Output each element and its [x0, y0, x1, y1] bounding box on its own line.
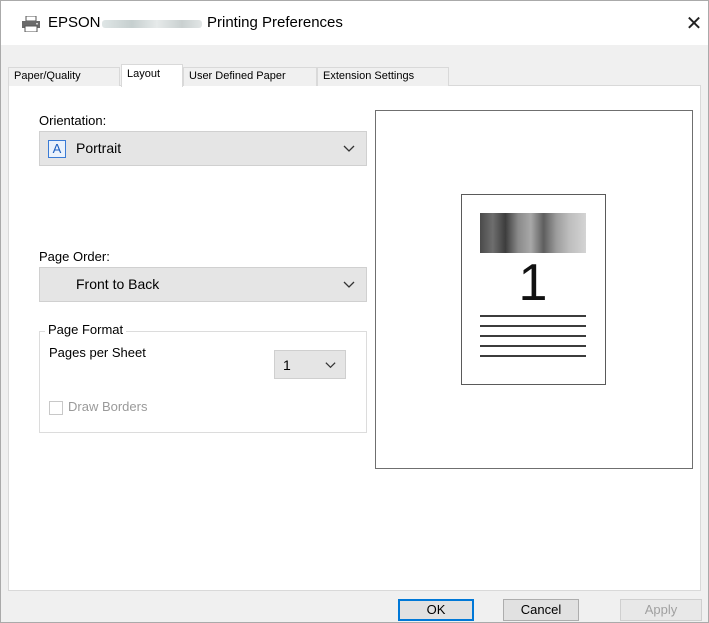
draw-borders-checkbox[interactable] [49, 401, 63, 415]
page-order-dropdown[interactable]: Front to Back [39, 267, 367, 302]
tab-extension-settings[interactable]: Extension Settings [317, 67, 449, 86]
orientation-value: Portrait [76, 140, 122, 156]
window-title: Printing Preferences [207, 14, 343, 31]
title-bar: EPSON Printing Preferences ✕ [1, 1, 708, 45]
apply-button[interactable]: Apply [620, 599, 702, 621]
tab-paper-quality[interactable]: Paper/Quality [8, 67, 120, 86]
chevron-down-icon [343, 145, 355, 152]
preview-text-line [480, 325, 586, 327]
preview-text-line [480, 355, 586, 357]
preview-image-block [480, 213, 586, 253]
page-format-legend: Page Format [45, 322, 127, 337]
ok-button[interactable]: OK [398, 599, 474, 621]
preview-page-number: 1 [518, 254, 548, 312]
preview-text-line [480, 315, 586, 317]
close-button[interactable]: ✕ [681, 11, 707, 37]
draw-borders-label: Draw Borders [68, 399, 148, 414]
orientation-label: Orientation: [39, 113, 107, 128]
cancel-button[interactable]: Cancel [503, 599, 579, 621]
printer-icon [22, 16, 40, 32]
pages-per-sheet-label: Pages per Sheet [49, 345, 146, 360]
printing-preferences-dialog: EPSON Printing Preferences ✕ Paper/Quali… [0, 0, 709, 623]
tab-user-defined-paper[interactable]: User Defined Paper [183, 67, 317, 86]
portrait-letter-icon: A [48, 140, 66, 158]
chevron-down-icon [343, 281, 355, 288]
pages-per-sheet-value: 1 [283, 357, 291, 373]
preview-text-line [480, 335, 586, 337]
redacted-model-name [102, 20, 202, 28]
page-order-label: Page Order: [39, 249, 110, 264]
window-title-brand: EPSON [48, 14, 101, 31]
page-order-value: Front to Back [76, 276, 160, 292]
close-icon: ✕ [685, 13, 703, 35]
pages-per-sheet-dropdown[interactable]: 1 [274, 350, 346, 379]
preview-text-line [480, 345, 586, 347]
orientation-dropdown[interactable]: A Portrait [39, 131, 367, 166]
chevron-down-icon [325, 362, 336, 369]
tab-layout[interactable]: Layout [121, 64, 183, 87]
